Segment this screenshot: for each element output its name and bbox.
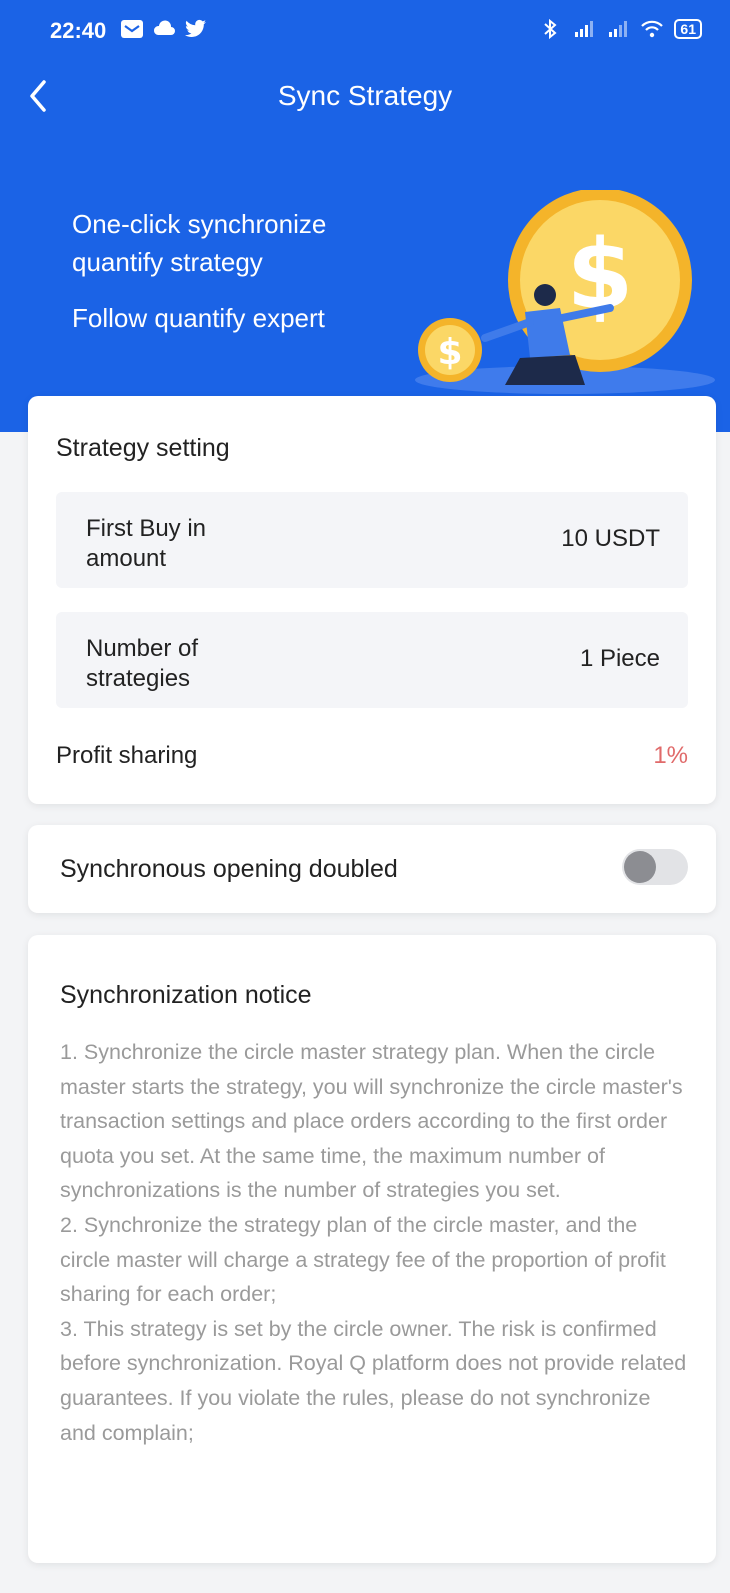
page-title: Sync Strategy: [277, 80, 453, 111]
sync-notice-card: Synchronization notice 1. Synchronize th…: [28, 935, 716, 1563]
cloud-icon: [153, 20, 175, 35]
notice-body: 1. Synchronize the circle master strateg…: [60, 1035, 690, 1450]
battery-indicator: 61: [674, 19, 702, 39]
strategies-value: 1 Piece: [579, 645, 660, 672]
first-buy-value: 10 USDT: [561, 525, 660, 552]
sync-double-label: Synchronous opening doubled: [60, 855, 398, 883]
hero-text: One-click synchronize quantify strategy …: [72, 205, 326, 337]
hero-line-2: quantify strategy: [72, 247, 263, 277]
system-icons: 61: [538, 18, 702, 40]
mail-icon: [121, 20, 143, 38]
notice-item: 3. This strategy is set by the circle ow…: [60, 1316, 687, 1445]
strategies-row[interactable]: Number of strategies 1 Piece: [56, 612, 688, 708]
strategies-label: Number of strategies: [86, 635, 199, 692]
strategy-setting-title: Strategy setting: [56, 434, 230, 462]
notification-icons: [120, 18, 208, 40]
first-buy-row[interactable]: First Buy in amount 10 USDT: [56, 492, 688, 588]
notice-item: 2. Synchronize the strategy plan of the …: [60, 1212, 666, 1307]
twitter-icon: [185, 19, 206, 38]
signal-icon: [575, 21, 594, 37]
sync-double-toggle[interactable]: [622, 849, 688, 885]
signal-icon: [609, 21, 628, 37]
profit-sharing-value: 1%: [653, 742, 688, 769]
bluetooth-icon: [544, 18, 557, 40]
hero-banner: 22:40 61 Sync Strategy One-click synchro…: [0, 0, 730, 432]
hero-line-3: Follow quantify expert: [72, 303, 325, 333]
toggle-knob: [624, 851, 656, 883]
wifi-icon: [641, 20, 664, 38]
notice-title: Synchronization notice: [60, 981, 312, 1009]
profit-sharing-label: Profit sharing: [56, 742, 198, 769]
svg-text:$: $: [437, 332, 462, 373]
status-time: 22:40: [50, 18, 107, 43]
first-buy-label: First Buy in amount: [86, 515, 207, 572]
status-bar: 22:40 61: [0, 0, 730, 60]
strategy-setting-card: Strategy setting First Buy in amount 10 …: [28, 396, 716, 804]
notice-item: 1. Synchronize the circle master strateg…: [60, 1040, 683, 1203]
hero-line-1: One-click synchronize: [72, 209, 327, 239]
sync-double-card: Synchronous opening doubled: [28, 825, 716, 913]
nav-bar: Sync Strategy: [0, 60, 730, 130]
coin-illustration: $ $: [415, 190, 715, 394]
